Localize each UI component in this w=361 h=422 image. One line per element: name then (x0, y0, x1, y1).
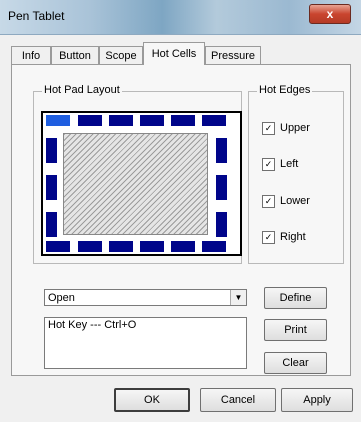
assignment-list[interactable]: Hot Key --- Ctrl+O (44, 317, 247, 369)
hot-cell[interactable] (216, 138, 227, 163)
title-bar[interactable]: Pen Tablet x (0, 0, 361, 35)
upper-checkbox[interactable]: ✓ Upper (262, 121, 310, 135)
tab-hot-cells-label: Hot Cells (151, 48, 197, 60)
close-button[interactable]: x (309, 4, 351, 24)
tab-button-label: Button (59, 49, 91, 62)
apply-button-label: Apply (303, 394, 331, 406)
hot-cell[interactable] (140, 241, 164, 252)
hot-edges-label: Hot Edges (257, 84, 313, 96)
hot-cell-selected[interactable] (46, 115, 70, 126)
hot-cell[interactable] (202, 115, 226, 126)
tab-pressure[interactable]: Pressure (205, 46, 261, 64)
print-button-label: Print (284, 324, 307, 336)
tab-scope[interactable]: Scope (99, 46, 143, 64)
upper-check-icon[interactable]: ✓ (262, 121, 275, 135)
print-button[interactable]: Print (264, 319, 327, 341)
right-check-icon[interactable]: ✓ (262, 230, 275, 244)
upper-label: Upper (280, 122, 310, 134)
hot-cell[interactable] (78, 241, 102, 252)
hot-cell[interactable] (46, 241, 70, 252)
hot-pad-layout-label: Hot Pad Layout (42, 84, 122, 96)
hot-cell[interactable] (109, 115, 133, 126)
lower-label: Lower (280, 195, 310, 207)
hot-cell[interactable] (171, 115, 195, 126)
tab-scope-label: Scope (105, 49, 137, 62)
hot-cell[interactable] (202, 241, 226, 252)
right-checkbox[interactable]: ✓ Right (262, 230, 306, 244)
clear-button[interactable]: Clear (264, 352, 327, 374)
window-title: Pen Tablet (8, 9, 65, 23)
apply-button[interactable]: Apply (281, 388, 353, 412)
hot-cell[interactable] (46, 138, 57, 163)
hot-cell[interactable] (216, 175, 227, 200)
active-area (63, 133, 208, 235)
tab-button[interactable]: Button (51, 46, 99, 64)
right-label: Right (280, 231, 306, 243)
left-check-icon[interactable]: ✓ (262, 157, 275, 171)
clear-button-label: Clear (282, 357, 309, 369)
tab-info-label: Info (21, 49, 41, 62)
hot-cell[interactable] (78, 115, 102, 126)
tab-hot-cells[interactable]: Hot Cells (143, 42, 205, 65)
define-button-label: Define (279, 292, 312, 304)
lower-check-icon[interactable]: ✓ (262, 194, 275, 208)
action-select-value: Open (48, 291, 75, 304)
list-item[interactable]: Hot Key --- Ctrl+O (45, 318, 246, 332)
hot-cell[interactable] (46, 175, 57, 200)
tab-pressure-label: Pressure (210, 49, 256, 62)
define-button[interactable]: Define (264, 287, 327, 309)
hot-cell[interactable] (216, 212, 227, 237)
action-select[interactable]: Open ▼ (44, 289, 247, 306)
cancel-button-label: Cancel (220, 394, 256, 406)
pen-tablet-dialog: Pen Tablet x Info Button Scope Hot Cells… (0, 0, 361, 422)
hot-cell[interactable] (171, 241, 195, 252)
hot-cell[interactable] (46, 212, 57, 237)
hot-cell[interactable] (140, 115, 164, 126)
left-checkbox[interactable]: ✓ Left (262, 157, 298, 171)
close-icon: x (326, 7, 334, 21)
cancel-button[interactable]: Cancel (200, 388, 276, 412)
tab-info[interactable]: Info (11, 46, 51, 64)
ok-button-label: OK (144, 394, 160, 406)
hot-cell[interactable] (109, 241, 133, 252)
ok-button[interactable]: OK (114, 388, 190, 412)
chevron-down-icon[interactable]: ▼ (230, 290, 246, 305)
lower-checkbox[interactable]: ✓ Lower (262, 194, 310, 208)
left-label: Left (280, 158, 299, 170)
